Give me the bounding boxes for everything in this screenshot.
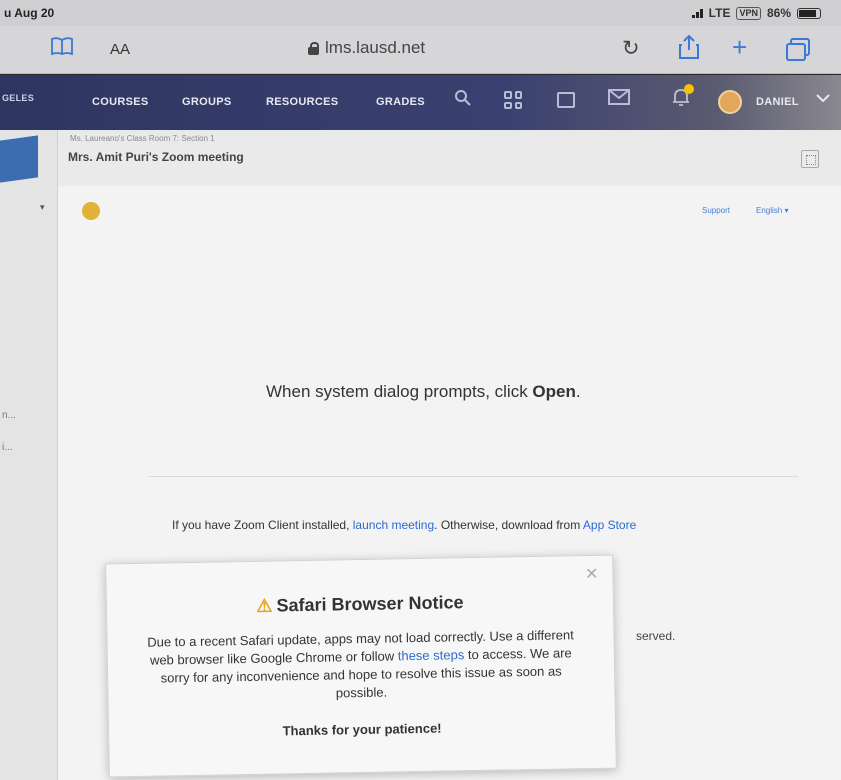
divider [148,476,798,477]
bookmarks-icon[interactable] [50,36,74,62]
lock-icon [308,41,319,55]
battery-fill [799,9,817,17]
dialog-title-text: Safari Browser Notice [276,592,464,616]
avatar[interactable] [718,90,742,114]
status-bar: u Aug 20 LTE VPN 86% [0,0,841,26]
user-menu[interactable]: DANIEL [756,96,799,108]
url-text: lms.lausd.net [325,38,426,57]
dialog-message: Due to a recent Safari update, apps may … [137,626,584,706]
language-label: English [756,206,783,215]
reload-icon[interactable]: ↻ [622,36,640,61]
dialog-instruction: When system dialog prompts, click Open. [266,382,581,402]
fullscreen-icon[interactable] [801,150,819,168]
zoom-logo [82,202,100,220]
site-logo[interactable]: GELES [2,93,34,103]
signal-icon [691,8,703,18]
support-link[interactable]: Support [702,206,730,215]
reader-settings-button[interactable]: AA [110,41,130,58]
apps-grid-icon[interactable] [504,91,522,109]
nav-resources[interactable]: RESOURCES [266,96,338,108]
safari-notice-dialog: ✕ ⚠ Safari Browser Notice Due to a recent… [105,554,617,778]
warning-icon: ⚠ [256,595,273,616]
share-icon[interactable] [678,34,700,66]
nav-grades[interactable]: GRADES [376,96,425,108]
tabs-overview-icon[interactable] [786,38,810,61]
breadcrumb[interactable]: Ms. Laureano's Class Room 7: Section 1 [70,134,215,143]
prompt-open: Open [532,382,576,401]
new-tab-icon[interactable]: + [732,32,747,63]
sidebar-item-truncated[interactable]: i... [2,442,13,453]
battery-percent: 86% [766,6,791,20]
notification-badge [684,84,694,94]
launch-instruction: If you have Zoom Client installed, launc… [172,518,636,532]
dialog-title: ⚠ Safari Browser Notice [107,590,613,620]
language-dropdown[interactable]: English ▾ [756,206,789,215]
app-store-link[interactable]: App Store [583,518,636,532]
these-steps-link[interactable]: these steps [398,647,465,663]
dialog-thanks: Thanks for your patience! [282,720,442,739]
prompt-suffix: . [575,382,581,401]
network-label: LTE [708,6,731,20]
site-navigation: GELES COURSES GROUPS RESOURCES GRADES DA… [0,75,841,130]
search-icon[interactable] [454,89,472,112]
prompt-prefix: When system dialog prompts, click [266,382,533,401]
launch-middle: . Otherwise, download from [434,518,583,532]
nav-courses[interactable]: COURSES [92,96,149,108]
battery-icon [797,7,821,19]
status-time: u Aug 20 [4,6,55,20]
course-thumbnail[interactable] [0,135,38,183]
sidebar-dropdown-icon[interactable]: ▾ [40,202,45,213]
browser-toolbar: AA lms.lausd.net ↻ + [0,26,841,74]
nav-groups[interactable]: GROUPS [182,96,231,108]
course-sidebar: ▾ n... i... [0,130,58,780]
address-bar[interactable]: lms.lausd.net [308,38,425,58]
launch-prefix: If you have Zoom Client installed, [172,518,353,532]
sidebar-item-truncated[interactable]: n... [2,410,16,421]
calendar-icon[interactable] [557,92,575,108]
vpn-badge: VPN [736,6,761,20]
page-title: Mrs. Amit Puri's Zoom meeting [68,150,244,164]
chevron-down-icon[interactable] [816,90,830,106]
mail-icon[interactable] [608,89,630,110]
launch-meeting-link[interactable]: launch meeting [353,518,434,532]
copyright-text: served. [636,629,676,643]
status-indicators: LTE VPN 86% [691,6,821,20]
close-icon[interactable]: ✕ [585,564,599,584]
